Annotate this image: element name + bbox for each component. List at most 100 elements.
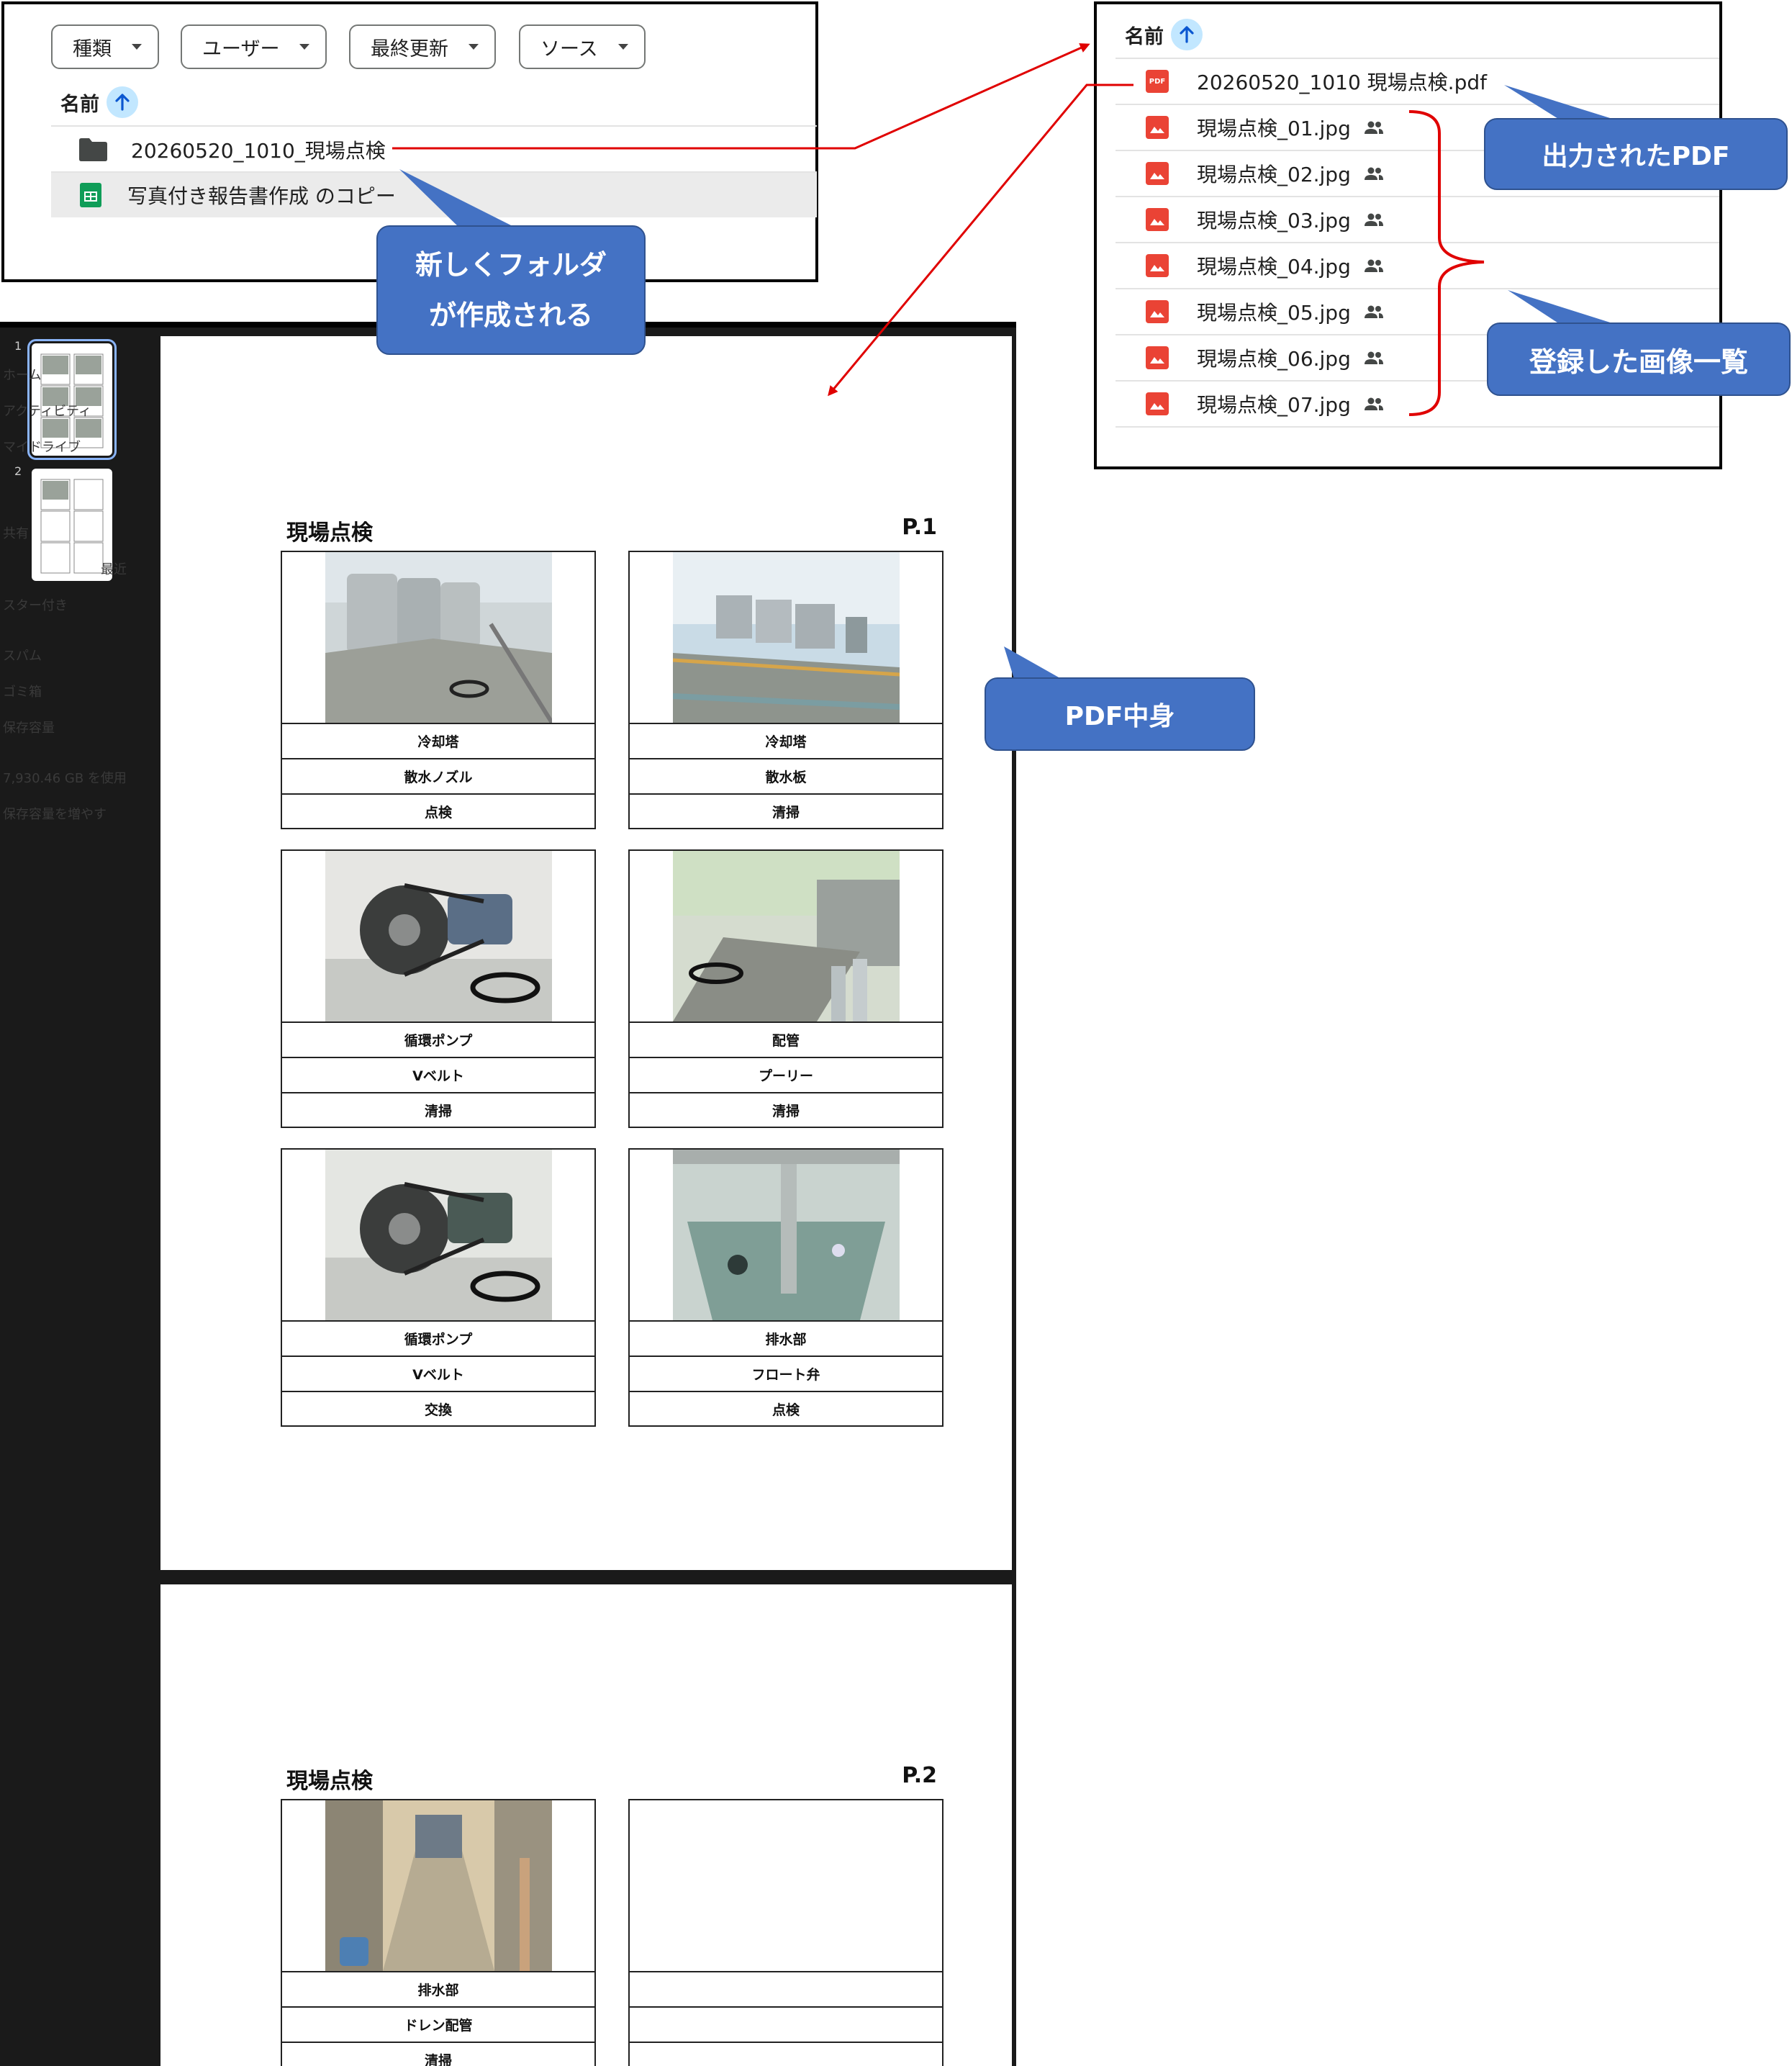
rooftop-units-photo — [673, 552, 900, 723]
card-label: 清掃 — [630, 1092, 942, 1127]
card-label: 排水部 — [630, 1320, 942, 1355]
folder-row[interactable]: 20260520_1010_現場点検 — [51, 128, 817, 171]
name-column-header[interactable]: 名前 — [60, 86, 138, 118]
callout-output-pdf: 出力されたPDF — [1484, 118, 1788, 190]
shared-people-icon — [1364, 305, 1384, 319]
sort-ascending-icon[interactable] — [1171, 19, 1203, 50]
callout-new-folder: 新しくフォルダ が作成される — [376, 225, 646, 355]
dropdown-caret-icon — [132, 44, 142, 50]
card-label: 清掃 — [630, 793, 942, 829]
pdf-file-row[interactable]: PDF 20260520_1010 現場点検.pdf — [1116, 59, 1719, 104]
card-label: 清掃 — [282, 2042, 594, 2066]
page-number: P.2 — [902, 1763, 937, 1788]
photo-card: 循環ポンプ Vベルト 交換 — [281, 1148, 596, 1427]
page-number: P.1 — [902, 515, 937, 540]
sheet-row[interactable]: 写真付き報告書作成 のコピー — [51, 173, 817, 217]
name-column-label: 名前 — [1125, 25, 1164, 48]
sort-ascending-icon[interactable] — [107, 86, 138, 118]
ghost-sidebar-item: 保存容量を増やす — [3, 807, 107, 822]
ghost-sidebar-item: 7,930.46 GB を使用 — [3, 771, 127, 786]
filter-source-label: ソース — [540, 37, 598, 60]
dropdown-caret-icon — [617, 44, 628, 50]
card-label: 循環ポンプ — [282, 1320, 594, 1355]
dropdown-caret-icon — [469, 44, 479, 50]
card-label: 点検 — [282, 793, 594, 829]
ghost-sidebar-item: 共有 — [3, 526, 29, 541]
folder-icon — [78, 137, 108, 162]
card-label: Vベルト — [282, 1057, 594, 1092]
ghost-sidebar-item: スター付き — [3, 598, 68, 613]
photo-card: 冷却塔 散水板 清掃 — [628, 551, 943, 829]
page-title: 現場点検 — [286, 520, 373, 546]
composite-screenshot: 種類 ユーザー 最終更新 ソース 名前 20260520_1010_現場点検 写… — [0, 0, 1792, 2066]
image-icon — [1146, 162, 1169, 185]
drive-file-list-panel: 名前 PDF 20260520_1010 現場点検.pdf 現場点検_01.jpg 現… — [1094, 1, 1722, 469]
photo-card — [628, 1799, 943, 2066]
card-label: 冷却塔 — [282, 723, 594, 758]
ghost-sidebar-item: スパム — [3, 649, 42, 664]
sheets-icon — [80, 183, 101, 207]
thumbnail-number: 2 — [14, 464, 22, 478]
photo-card: 配管 プーリー 清掃 — [628, 849, 943, 1128]
callout-new-folder-line1: 新しくフォルダ — [415, 249, 607, 281]
file-name: 現場点検_02.jpg — [1197, 163, 1351, 186]
card-label: プーリー — [630, 1057, 942, 1092]
callout-pdf-content: PDF中身 — [985, 677, 1255, 751]
image-file-row[interactable]: 現場点検_03.jpg — [1116, 197, 1719, 242]
cooling-tower-photo — [325, 552, 552, 723]
ghost-sidebar-item: 最近 — [101, 562, 127, 577]
ghost-sidebar-item: マイドライブ — [3, 440, 81, 455]
row-divider — [51, 125, 817, 127]
card-label: 配管 — [630, 1021, 942, 1057]
image-icon — [1146, 208, 1169, 231]
pdf-page-2: 現場点検 P.2 排水部 ドレン配管 清掃 — [160, 1584, 1012, 2066]
shared-people-icon — [1364, 166, 1384, 181]
card-label: フロート弁 — [630, 1355, 942, 1391]
drain-basin-photo — [673, 1150, 900, 1320]
pdf-viewer: 1 2 ホーム アクティビティ マイドライブ 共有 最近 スター付き スパム ゴミ箱 保存容量 7… — [0, 322, 1016, 2066]
photo-card: 循環ポンプ Vベルト 清掃 — [281, 849, 596, 1128]
folder-name: 20260520_1010_現場点検 — [131, 139, 386, 163]
pump-motor-photo — [325, 851, 552, 1021]
card-label: 交換 — [282, 1391, 594, 1426]
ghost-sidebar-item: ホーム — [3, 368, 42, 383]
callout-new-folder-line2: が作成される — [428, 299, 593, 331]
page-title: 現場点検 — [286, 1769, 373, 1794]
file-name: 20260520_1010 現場点検.pdf — [1197, 71, 1487, 94]
card-label: 冷却塔 — [630, 723, 942, 758]
shared-people-icon — [1364, 212, 1384, 227]
image-icon — [1146, 300, 1169, 323]
image-file-row[interactable]: 現場点検_04.jpg — [1116, 243, 1719, 288]
pdf-page-1: 現場点検 P.1 冷却塔 散水ノズル 点検 冷却塔 散水板 清掃 循環ポンプ Vベルト 清掃 配管 プー… — [160, 336, 1012, 1570]
file-name: 現場点検_06.jpg — [1197, 347, 1351, 371]
name-column-header[interactable]: 名前 — [1125, 19, 1203, 50]
sheet-name: 写真付き報告書作成 のコピー — [127, 184, 396, 208]
filter-user-label: ユーザー — [202, 37, 280, 60]
name-column-label: 名前 — [60, 93, 99, 116]
ghost-sidebar-item: 保存容量 — [3, 721, 55, 736]
file-name: 現場点検_04.jpg — [1197, 255, 1351, 279]
card-label: 排水部 — [282, 1971, 594, 2006]
photo-card: 冷却塔 散水ノズル 点検 — [281, 551, 596, 829]
filter-modified-chip[interactable]: 最終更新 — [349, 24, 496, 69]
image-icon — [1146, 254, 1169, 277]
image-icon — [1146, 116, 1169, 139]
piping-photo — [673, 851, 900, 1021]
card-label: 点検 — [630, 1391, 942, 1426]
shared-people-icon — [1364, 120, 1384, 135]
drain-corridor-photo — [325, 1800, 552, 1971]
card-label: 清掃 — [282, 1092, 594, 1127]
pdf-icon: PDF — [1146, 70, 1169, 93]
card-label — [630, 2042, 942, 2066]
row-divider — [1116, 426, 1719, 428]
filter-type-chip[interactable]: 種類 — [51, 24, 159, 69]
card-label: 散水板 — [630, 758, 942, 793]
filter-source-chip[interactable]: ソース — [519, 24, 646, 69]
photo-card: 排水部 フロート弁 点検 — [628, 1148, 943, 1427]
filter-type-label: 種類 — [73, 37, 112, 60]
shared-people-icon — [1364, 351, 1384, 365]
pump-belt-photo — [325, 1150, 552, 1320]
filter-user-chip[interactable]: ユーザー — [181, 24, 327, 69]
filter-modified-label: 最終更新 — [371, 37, 448, 60]
image-icon — [1146, 346, 1169, 369]
